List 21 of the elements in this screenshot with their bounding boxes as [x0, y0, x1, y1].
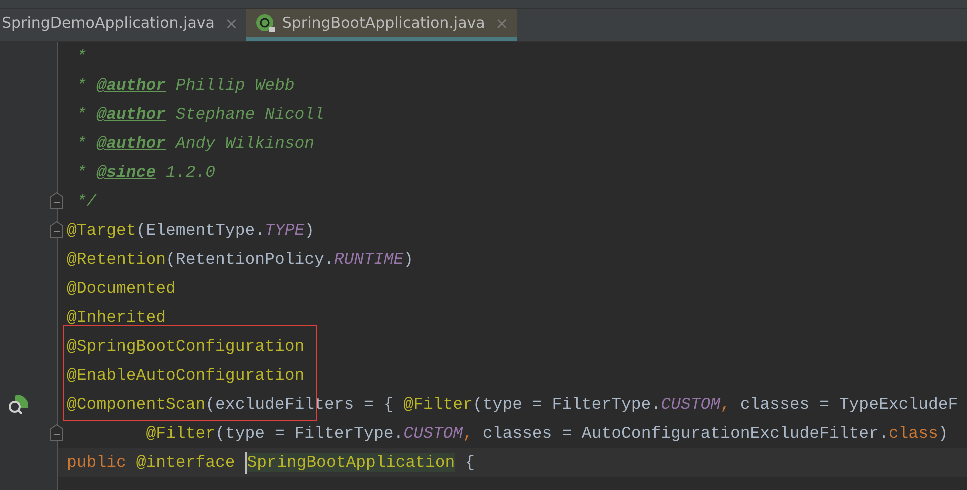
fold-icon[interactable] — [50, 192, 64, 210]
editor-tab[interactable]: SpringDemoApplication.java × — [0, 9, 246, 41]
code-line: @EnableAutoConfiguration — [66, 366, 305, 385]
bean-search-icon[interactable] — [7, 394, 29, 416]
code-line: * @author Phillip Webb — [76, 76, 295, 95]
code-line: @Documented — [66, 279, 176, 298]
code-line: * — [76, 47, 87, 66]
code-line: @Filter(type = FilterType.CUSTOM, classes = AutoConfigurationExcludeFilter.class) — [145, 424, 948, 443]
code-line: */ — [76, 192, 97, 211]
code-line: @Retention(RetentionPolicy.RUNTIME) — [66, 250, 414, 269]
code-line: * @author Stephane Nicoll — [76, 105, 324, 124]
close-icon[interactable]: × — [224, 14, 238, 32]
fold-icon[interactable] — [50, 221, 64, 239]
editor-tab[interactable]: SpringBootApplication.java × — [246, 9, 517, 41]
annotation-file-icon — [256, 13, 276, 33]
code-line: @SpringBootConfiguration — [66, 337, 305, 356]
code-line: @Target(ElementType.TYPE) — [66, 221, 315, 240]
code-line: @Inherited — [66, 308, 166, 327]
fold-icon[interactable] — [50, 424, 64, 442]
code-line: * @author Andy Wilkinson — [76, 134, 315, 153]
code-line: * @since 1.2.0 — [76, 163, 216, 182]
